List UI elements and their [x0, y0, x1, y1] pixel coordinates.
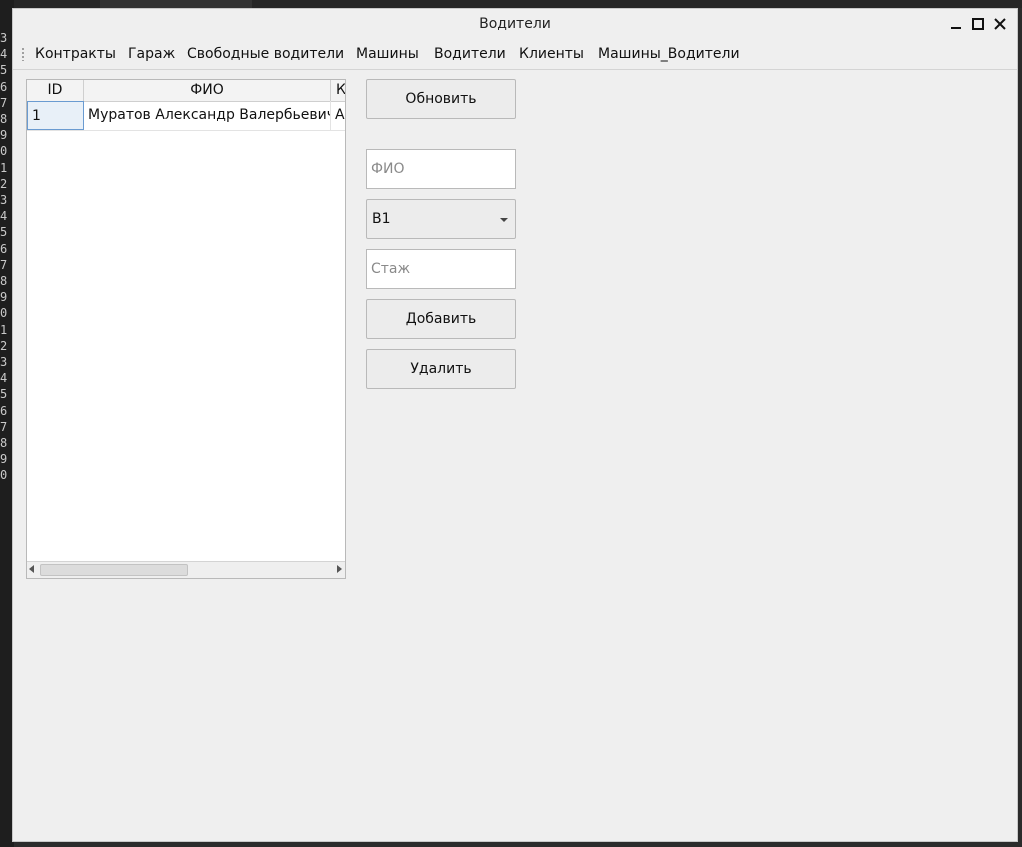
experience-input[interactable]	[366, 249, 516, 289]
background-line-number: 1	[0, 160, 8, 175]
background-line-number: 9	[0, 452, 8, 467]
window-title: Водители	[479, 16, 551, 32]
column-header-category[interactable]: К	[331, 80, 345, 101]
background-line-number: 5	[0, 225, 8, 240]
menu-item-contracts[interactable]: Контракты	[35, 46, 116, 62]
menu-bar: Контракты Гараж Свободные водители Машин…	[13, 39, 1017, 70]
drivers-window: Водители Контракты Гараж Свободные водит…	[12, 8, 1018, 842]
scrollbar-thumb[interactable]	[40, 564, 188, 576]
horizontal-scrollbar[interactable]	[27, 561, 345, 578]
background-line-number: 5	[0, 63, 8, 78]
drivers-table[interactable]: ID ФИО К 1 Муратов Александр Валербьевич…	[26, 79, 346, 579]
refresh-button[interactable]: Обновить	[366, 79, 516, 119]
table-header: ID ФИО К	[27, 80, 345, 102]
background-line-number: 0	[0, 306, 8, 321]
background-line-number: 6	[0, 79, 8, 94]
column-header-id[interactable]: ID	[27, 80, 84, 101]
background-line-number: 3	[0, 193, 8, 207]
background-line-number: 9	[0, 128, 8, 143]
background-line-number: 2	[0, 338, 8, 353]
fio-input[interactable]	[366, 149, 516, 189]
background-line-number: 0	[0, 144, 8, 159]
menu-item-free-drivers[interactable]: Свободные водители	[187, 46, 344, 62]
background-line-number: 1	[0, 322, 8, 337]
background-line-number: 4	[0, 47, 8, 62]
menu-item-cars[interactable]: Машины	[356, 46, 419, 62]
column-header-fio[interactable]: ФИО	[84, 80, 331, 101]
cell-id[interactable]: 1	[27, 101, 84, 130]
background-line-number: 0	[0, 468, 8, 483]
menu-grip-handle[interactable]	[21, 47, 25, 61]
cell-fio[interactable]: Муратов Александр Валербьевич	[84, 101, 331, 130]
title-bar[interactable]: Водители	[13, 9, 1017, 39]
background-line-number: 6	[0, 403, 8, 418]
background-line-number: 8	[0, 274, 8, 288]
delete-button[interactable]: Удалить	[366, 349, 516, 389]
background-line-number: 6	[0, 241, 8, 256]
scroll-left-icon[interactable]	[29, 565, 34, 573]
background-terminal-tabs	[0, 0, 1022, 8]
category-select[interactable]: B1	[366, 199, 516, 239]
table-row[interactable]: 1 Муратов Александр Валербьевич A1	[27, 101, 345, 131]
add-button[interactable]: Добавить	[366, 299, 516, 339]
background-line-number: 8	[0, 436, 8, 450]
background-line-number: 4	[0, 209, 8, 224]
maximize-icon[interactable]	[968, 14, 988, 34]
cell-category[interactable]: A1	[331, 101, 345, 130]
minimize-icon[interactable]	[946, 14, 966, 34]
menu-item-clients[interactable]: Клиенты	[519, 46, 584, 62]
menu-item-drivers[interactable]: Водители	[434, 46, 506, 62]
close-icon[interactable]	[990, 14, 1010, 34]
scroll-right-icon[interactable]	[337, 565, 342, 573]
menu-item-cars-drivers[interactable]: Машины_Водители	[598, 46, 740, 62]
background-line-number: 4	[0, 371, 8, 386]
background-line-number: 9	[0, 290, 8, 305]
background-line-number: 7	[0, 419, 8, 434]
category-select-value: B1	[372, 211, 391, 227]
background-line-number: 5	[0, 387, 8, 402]
background-line-number: 8	[0, 112, 8, 126]
background-line-number: 2	[0, 176, 8, 191]
chevron-down-icon	[500, 218, 508, 222]
background-line-number: 3	[0, 31, 8, 45]
background-tab	[100, 0, 252, 8]
menu-item-garage[interactable]: Гараж	[128, 46, 175, 62]
background-line-number: 7	[0, 257, 8, 272]
background-line-number: 3	[0, 355, 8, 369]
background-line-number: 7	[0, 95, 8, 110]
